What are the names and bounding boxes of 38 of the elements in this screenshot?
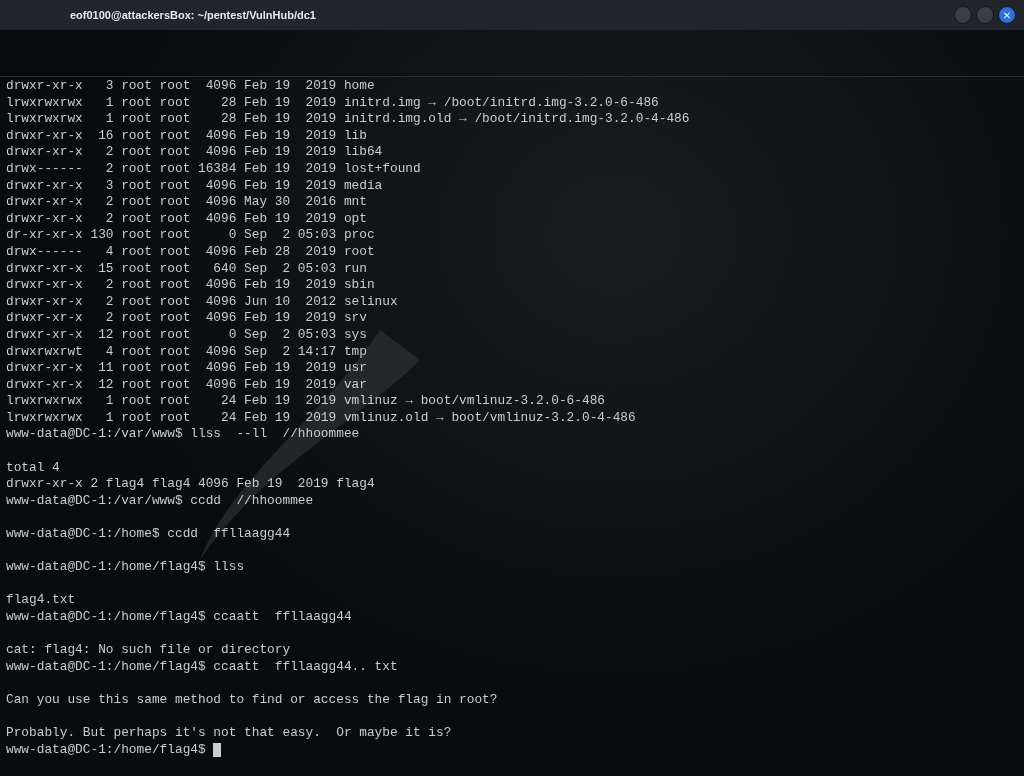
terminal-line: drwxr-xr-x 3 root root 4096 Feb 19 2019 media (6, 177, 383, 195)
terminal-line: flag4.txt (6, 591, 76, 609)
terminal-line: drwxr-xr-x 2 root root 4096 Feb 19 2019 lib64 (6, 144, 383, 161)
terminal-line: drwxr-xr-x 2 root root 4096 Feb 19 2019 opt (6, 210, 367, 228)
window-title: eof0100@attackersBox: ~/pentest/VulnHub/dc1 (70, 9, 317, 21)
terminal-line: drwxr-xr-x 2 flag4 flag4 4096 Feb 19 2019 flag4 (6, 476, 375, 493)
terminal-line: drwxr-xr-x 2 root root 4096 Feb 19 2019 srv (6, 310, 367, 327)
terminal-line: drwxrwxrwt 4 root root 4096 Sep 2 14:17 tmp (6, 343, 367, 361)
terminal-line: drwx------ 4 root root 4096 Feb 28 2019 root (6, 243, 375, 261)
terminal-line: www-data@DC-1:/home/flag4$ llss (6, 558, 245, 576)
terminal-line: drwxr-xr-x 11 root root 4096 Feb 19 2019 usr (6, 360, 367, 377)
terminal-line: lrwxrwxrwx 1 root root 28 Feb 19 2019 initrd.img → /boot/initrd.img-3.2.0-6-486 (6, 94, 659, 112)
terminal-line: drwxr-xr-x 12 root root 0 Sep 2 05:03 sys (6, 326, 367, 344)
close-button[interactable]: ✕ (998, 6, 1016, 24)
terminal-line: lrwxrwxrwx 1 root root 28 Feb 19 2019 initrd.img.old → /boot/initrd.img-3.2.0-4-486 (6, 111, 690, 128)
terminal-line: total 4 (6, 458, 60, 477)
terminal-line: drwxr-xr-x 2 root root 4096 Feb 19 2019 sbin (6, 277, 375, 294)
terminal-line: www-data@DC-1:/home/flag4$ (6, 741, 206, 759)
terminal-line: www-data@DC-1:/home/flag4$ ccaatt ffllaagg44 (6, 609, 352, 626)
terminal-line: dr-xr-xr-x 130 root root 0 Sep 2 05:03 proc (6, 227, 375, 244)
terminal-line: drwxr-xr-x 12 root root 4096 Feb 19 2019 var (6, 376, 367, 394)
terminal-line: Can you use this same method to find or access the flag in root? (6, 690, 498, 709)
minimize-button[interactable] (954, 6, 972, 24)
terminal-line: drwxr-xr-x 16 root root 4096 Feb 19 2019 lib (6, 127, 367, 145)
terminal-line: drwxr-xr-x 2 root root 4096 Jun 10 2012 selinux (6, 293, 398, 311)
terminal-line: www-data@DC-1:/home$ ccdd ffllaagg44 (6, 525, 291, 543)
terminal-line: www-data@DC-1:/var/www$ ccdd //hhoommee (6, 492, 314, 510)
terminal-line: lrwxrwxrwx 1 root root 24 Feb 19 2019 vmlinuz → boot/vmlinuz-3.2.0-6-486 (6, 393, 605, 410)
terminal-line: www-data@DC-1:/var/www$ llss --ll //hhoommee (6, 426, 360, 444)
terminal-line: Probably. But perhaps it's not that easy. Or maybe it is? (6, 724, 452, 742)
terminal-line: www-data@DC-1:/home/flag4$ ccaatt ffllaagg44.. txt (6, 658, 398, 676)
terminal-line: drwxr-xr-x 2 root root 4096 May 30 2016 mnt (6, 194, 367, 211)
terminal-line: drwxr-xr-x 15 root root 640 Sep 2 05:03 run (6, 260, 367, 278)
maximize-button[interactable] (976, 6, 994, 24)
terminal-line: cat: flag4: No such file or directory (6, 641, 291, 659)
terminal-line: drwx------ 2 root root 16384 Feb 19 2019 lost+found (6, 160, 421, 178)
terminal-line: lrwxrwxrwx 1 root root 24 Feb 19 2019 vmlinuz.old → boot/vmlinuz-3.2.0-4-486 (6, 409, 636, 427)
terminal-line: drwxr-xr-x 3 root root 4096 Feb 19 2019 home (6, 78, 375, 95)
